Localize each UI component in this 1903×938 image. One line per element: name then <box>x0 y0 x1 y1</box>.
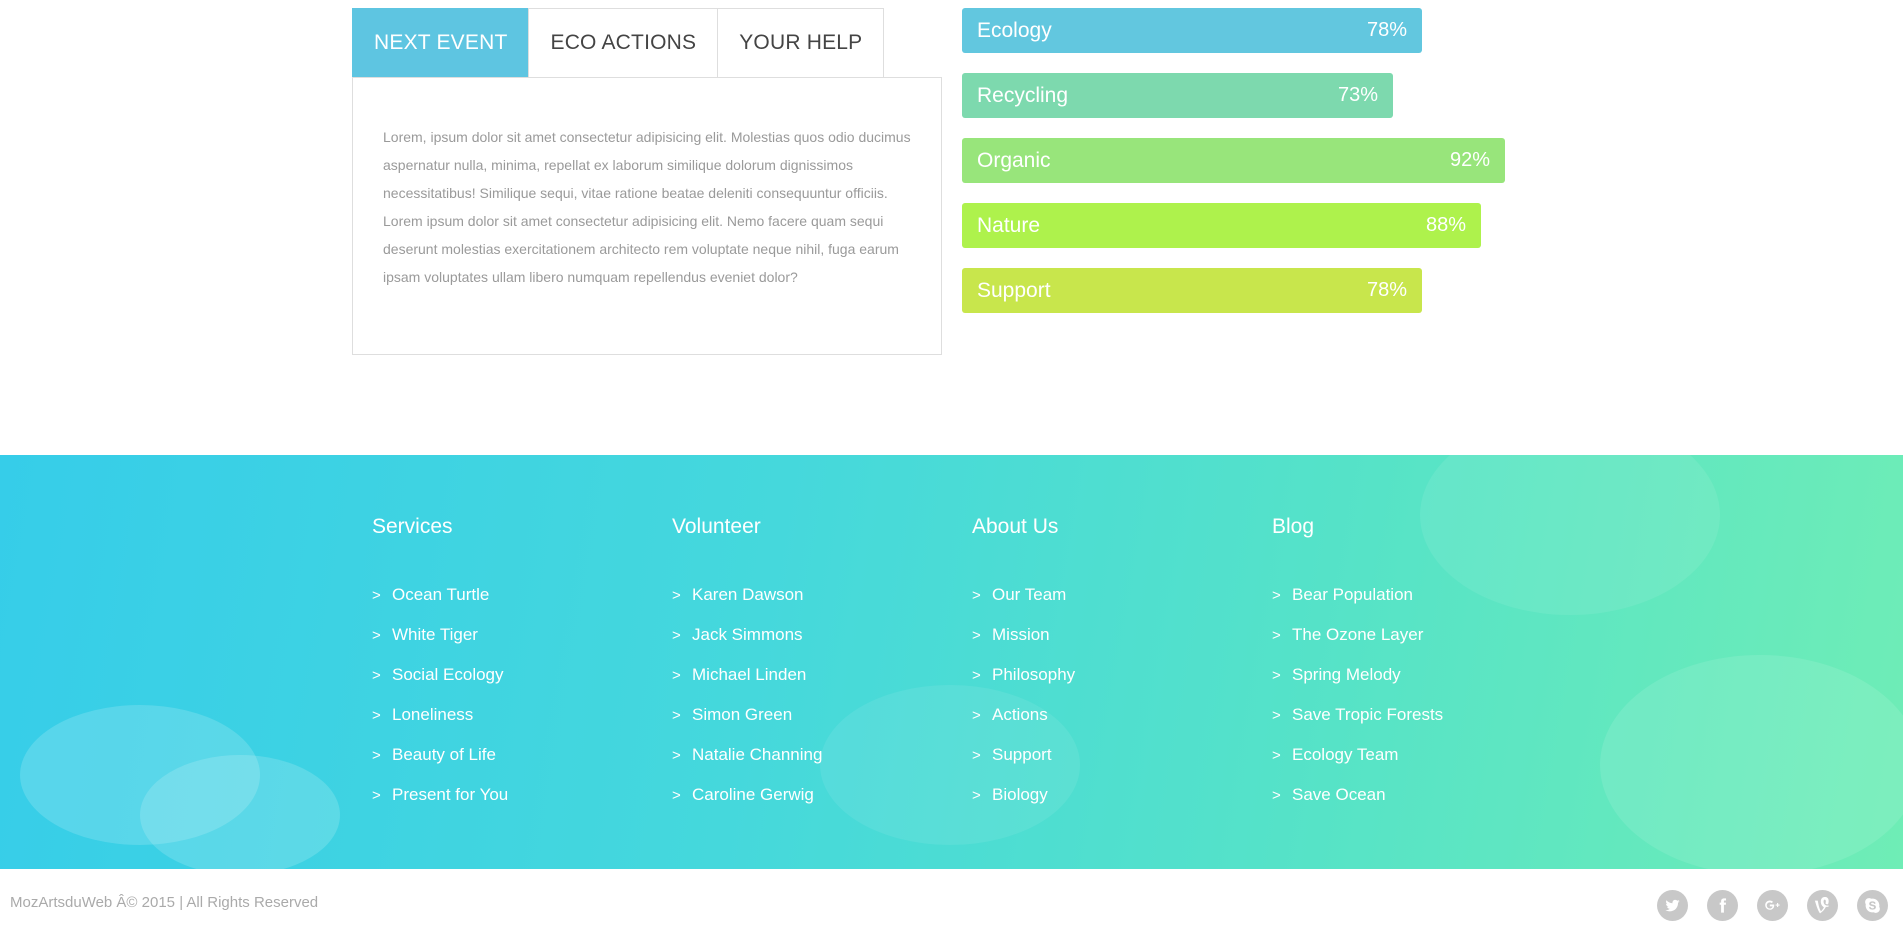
chevron-right-icon: > <box>372 706 381 724</box>
footer-link[interactable]: > Simon Green <box>672 695 822 735</box>
footer-link[interactable]: > Our Team <box>972 575 1075 615</box>
skill-bars: Ecology 78% Recycling 73% Organic 92% Na… <box>962 8 1522 333</box>
footer-link[interactable]: > Actions <box>972 695 1075 735</box>
footer-link[interactable]: > Save Tropic Forests <box>1272 695 1443 735</box>
skill-label: Ecology <box>977 18 1052 42</box>
footer-link[interactable]: > The Ozone Layer <box>1272 615 1443 655</box>
tabs: NEXT EVENT ECO ACTIONS YOUR HELP <box>352 8 885 77</box>
skill-label: Organic <box>977 148 1051 172</box>
tab-content-text: Lorem, ipsum dolor sit amet consectetur … <box>383 129 911 285</box>
footer-column-title: Blog <box>1272 515 1315 538</box>
chevron-right-icon: > <box>672 706 681 724</box>
skype-icon[interactable] <box>1857 890 1888 921</box>
chevron-right-icon: > <box>372 746 381 764</box>
about-section: NEXT EVENT ECO ACTIONS YOUR HELP Lorem, … <box>0 0 1903 455</box>
social-links <box>1638 890 1888 921</box>
chevron-right-icon: > <box>972 626 981 644</box>
footer-link[interactable]: > Support <box>972 735 1075 775</box>
footer-link[interactable]: > Spring Melody <box>1272 655 1443 695</box>
footer-link[interactable]: > Michael Linden <box>672 655 822 695</box>
chevron-right-icon: > <box>972 746 981 764</box>
tab-panel: Lorem, ipsum dolor sit amet consectetur … <box>352 77 942 355</box>
chevron-right-icon: > <box>372 786 381 804</box>
footer-link[interactable]: > Caroline Gerwig <box>672 775 822 815</box>
cloud-decoration <box>140 755 340 869</box>
tab-your-help[interactable]: YOUR HELP <box>717 8 885 77</box>
google-plus-icon[interactable] <box>1757 890 1788 921</box>
skill-label: Recycling <box>977 83 1069 107</box>
footer-link[interactable]: > Loneliness <box>372 695 508 735</box>
footer-link[interactable]: > Ocean Turtle <box>372 575 508 615</box>
footer-link[interactable]: > Ecology Team <box>1272 735 1443 775</box>
chevron-right-icon: > <box>672 786 681 804</box>
copyright-text: MozArtsduWeb Â© 2015 | All Rights Reserv… <box>10 894 319 911</box>
footer-column-blog: Blog > Bear Population > The Ozone Layer >… <box>1272 515 1443 815</box>
skill-percent: 73% <box>1337 84 1378 106</box>
twitter-icon[interactable] <box>1657 890 1688 921</box>
chevron-right-icon: > <box>972 786 981 804</box>
facebook-icon[interactable] <box>1707 890 1738 921</box>
chevron-right-icon: > <box>1272 586 1281 604</box>
footer-column-volunteer: Volunteer > Karen Dawson > Jack Simmons > M… <box>672 515 822 815</box>
footer-column-title: About Us <box>972 515 1059 538</box>
chevron-right-icon: > <box>672 666 681 684</box>
skill-percent: 78% <box>1366 19 1407 41</box>
skill-percent: 92% <box>1449 149 1490 171</box>
footer-link[interactable]: > Beauty of Life <box>372 735 508 775</box>
chevron-right-icon: > <box>1272 786 1281 804</box>
footer-link[interactable]: > Social Ecology <box>372 655 508 695</box>
footer-link[interactable]: > Karen Dawson <box>672 575 822 615</box>
skill-percent: 88% <box>1425 214 1466 236</box>
footer-column-about-us: About Us > Our Team > Mission > Philosophy … <box>972 515 1075 815</box>
skill-bar-ecology: Ecology 78% <box>962 8 1422 53</box>
footer-link[interactable]: > Mission <box>972 615 1075 655</box>
footer-link[interactable]: > Save Ocean <box>1272 775 1443 815</box>
chevron-right-icon: > <box>1272 626 1281 644</box>
footer-column-title: Volunteer <box>672 515 761 538</box>
skill-bar-organic: Organic 92% <box>962 138 1505 183</box>
footer-link[interactable]: > Natalie Channing <box>672 735 822 775</box>
cloud-decoration <box>1420 455 1720 615</box>
skill-bar-recycling: Recycling 73% <box>962 73 1393 118</box>
footer-link[interactable]: > Bear Population <box>1272 575 1443 615</box>
skill-label: Support <box>977 278 1051 302</box>
chevron-right-icon: > <box>972 586 981 604</box>
chevron-right-icon: > <box>372 586 381 604</box>
chevron-right-icon: > <box>672 746 681 764</box>
skill-bar-support: Support 78% <box>962 268 1422 313</box>
skill-bar-nature: Nature 88% <box>962 203 1481 248</box>
chevron-right-icon: > <box>672 626 681 644</box>
footer-link[interactable]: > Biology <box>972 775 1075 815</box>
chevron-right-icon: > <box>1272 666 1281 684</box>
tab-eco-actions[interactable]: ECO ACTIONS <box>528 8 719 77</box>
skill-percent: 78% <box>1366 279 1407 301</box>
footer-column-services: Services > Ocean Turtle > White Tiger > Soc… <box>372 515 508 815</box>
footer-link[interactable]: > Philosophy <box>972 655 1075 695</box>
footer-link[interactable]: > White Tiger <box>372 615 508 655</box>
chevron-right-icon: > <box>1272 706 1281 724</box>
chevron-right-icon: > <box>372 626 381 644</box>
skill-label: Nature <box>977 213 1041 237</box>
chevron-right-icon: > <box>672 586 681 604</box>
vine-icon[interactable] <box>1807 890 1838 921</box>
chevron-right-icon: > <box>972 666 981 684</box>
tab-next-event[interactable]: NEXT EVENT <box>352 8 530 77</box>
footer: Services > Ocean Turtle > White Tiger > Soc… <box>0 455 1903 869</box>
footer-link[interactable]: > Present for You <box>372 775 508 815</box>
bottom-bar: MozArtsduWeb Â© 2015 | All Rights Reserv… <box>0 869 1903 938</box>
footer-column-title: Services <box>372 515 453 538</box>
footer-link[interactable]: > Jack Simmons <box>672 615 822 655</box>
chevron-right-icon: > <box>972 706 981 724</box>
cloud-decoration <box>1600 655 1903 869</box>
chevron-right-icon: > <box>1272 746 1281 764</box>
chevron-right-icon: > <box>372 666 381 684</box>
